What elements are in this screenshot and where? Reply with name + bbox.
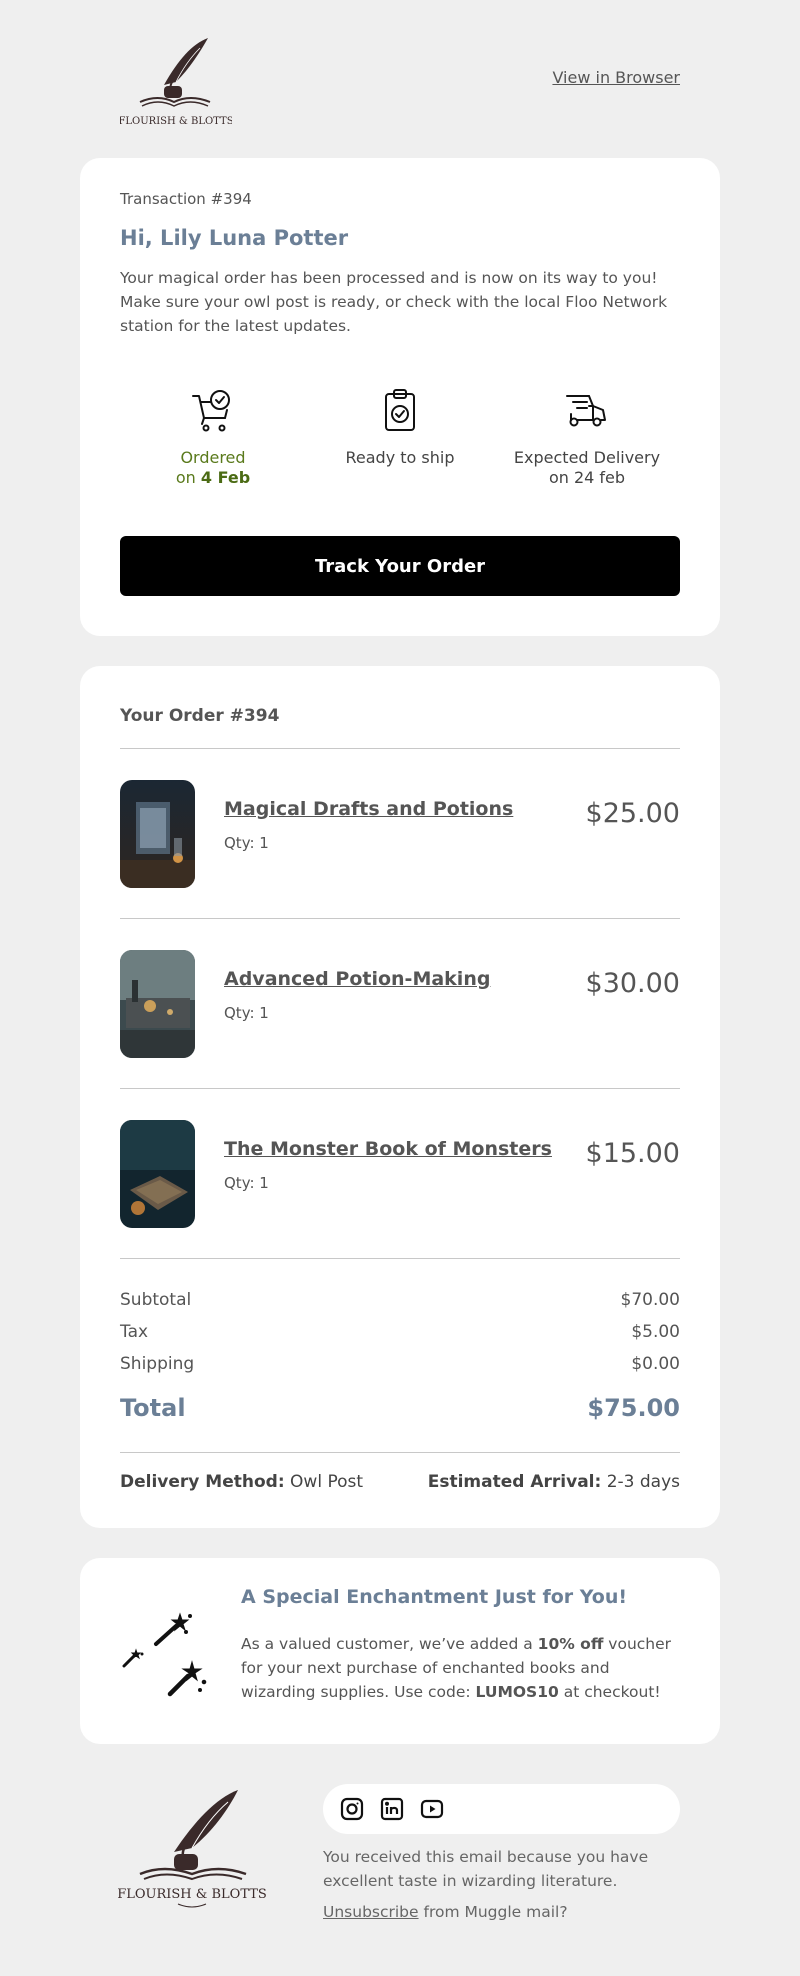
- product-price: $30.00: [585, 968, 680, 999]
- divider: [120, 918, 680, 919]
- svg-text:FLOURISH & BLOTTS: FLOURISH & BLOTTS: [120, 116, 232, 127]
- footer-note: You received this email because you have…: [323, 1848, 649, 1890]
- order-progress-steps: Ordered on 4 Feb Ready to ship Expected …: [120, 386, 680, 516]
- delivery-method: Delivery Method: Owl Post: [120, 1472, 364, 1492]
- shipping-value: $0.00: [631, 1354, 680, 1374]
- product-price: $15.00: [585, 1138, 680, 1169]
- flourish-blotts-footer-logo[interactable]: FLOURISH & BLOTTS: [118, 1782, 268, 1912]
- linkedin-icon[interactable]: [380, 1797, 404, 1821]
- discount-amount: 10% off: [537, 1635, 604, 1653]
- unsubscribe-link[interactable]: Unsubscribe: [323, 1903, 419, 1921]
- transaction-number: Transaction #394: [120, 190, 252, 208]
- promo-card: A Special Enchantment Just for You! As a…: [80, 1558, 720, 1744]
- total-row: Total $75.00: [120, 1394, 680, 1422]
- divider: [120, 748, 680, 749]
- instagram-icon[interactable]: [340, 1797, 364, 1821]
- divider: [120, 1258, 680, 1259]
- promo-code: LUMOS10: [475, 1683, 559, 1701]
- greeting-heading: Hi, Lily Luna Potter: [120, 226, 349, 250]
- product-quantity: Qty: 1: [224, 834, 269, 852]
- product-image[interactable]: [120, 950, 195, 1058]
- tax-value: $5.00: [631, 1322, 680, 1342]
- divider: [120, 1088, 680, 1089]
- step-ready-label: Ready to ship: [345, 448, 455, 467]
- svg-text:FLOURISH & BLOTTS: FLOURISH & BLOTTS: [118, 1887, 267, 1902]
- step-ready-to-ship: Ready to ship: [307, 386, 493, 468]
- step-delivery-date: on 24 feb: [548, 468, 626, 487]
- step-ordered-date: on 4 Feb: [175, 468, 251, 487]
- order-item: Advanced Potion-Making Qty: 1 $30.00: [120, 950, 680, 1058]
- product-quantity: Qty: 1: [224, 1004, 269, 1022]
- magic-wands-icon: [122, 1612, 207, 1697]
- product-name-link[interactable]: The Monster Book of Monsters: [224, 1138, 552, 1160]
- order-item: Magical Drafts and Potions Qty: 1 $25.00: [120, 780, 680, 888]
- tax-row: Tax $5.00: [120, 1322, 680, 1342]
- total-value: $75.00: [587, 1394, 680, 1422]
- flourish-blotts-logo[interactable]: FLOURISH & BLOTTS: [120, 30, 232, 130]
- view-in-browser-link[interactable]: View in Browser: [552, 68, 680, 87]
- step-ordered-label: Ordered: [180, 448, 246, 467]
- divider: [120, 1452, 680, 1453]
- transaction-card: Transaction #394 Hi, Lily Luna Potter Yo…: [80, 158, 720, 636]
- promo-title: A Special Enchantment Just for You!: [241, 1586, 628, 1608]
- estimated-arrival: Estimated Arrival: 2-3 days: [427, 1472, 680, 1492]
- step-delivery-label: Expected Delivery: [513, 448, 661, 467]
- subtotal-value: $70.00: [620, 1290, 680, 1310]
- order-title: Your Order #394: [120, 706, 280, 726]
- unsubscribe-line: Unsubscribe from Muggle mail?: [323, 1903, 568, 1921]
- shipping-row: Shipping $0.00: [120, 1354, 680, 1374]
- clipboard-check-icon: [385, 389, 415, 431]
- youtube-icon[interactable]: [420, 1797, 444, 1821]
- delivery-truck-icon: [566, 395, 606, 427]
- product-price: $25.00: [585, 798, 680, 829]
- product-quantity: Qty: 1: [224, 1174, 269, 1192]
- social-links-bar: [323, 1784, 680, 1834]
- product-image[interactable]: [120, 780, 195, 888]
- promo-text: As a valued customer, we’ve added a 10% …: [241, 1635, 672, 1701]
- order-message: Your magical order has been processed an…: [120, 269, 668, 335]
- product-name-link[interactable]: Advanced Potion-Making: [224, 968, 490, 990]
- product-image[interactable]: [120, 1120, 195, 1228]
- email-header: FLOURISH & BLOTTS View in Browser: [80, 20, 680, 132]
- step-expected-delivery: Expected Delivery on 24 feb: [494, 386, 680, 488]
- order-item: The Monster Book of Monsters Qty: 1 $15.…: [120, 1120, 680, 1228]
- product-name-link[interactable]: Magical Drafts and Potions: [224, 798, 513, 820]
- order-card: Your Order #394 Magical Drafts and Potio…: [80, 666, 720, 1528]
- delivery-info: Delivery Method: Owl Post Estimated Arri…: [120, 1472, 680, 1492]
- subtotal-row: Subtotal $70.00: [120, 1290, 680, 1310]
- track-order-button[interactable]: Track Your Order: [120, 536, 680, 596]
- step-ordered: Ordered on 4 Feb: [120, 386, 306, 488]
- cart-check-icon: [192, 390, 230, 432]
